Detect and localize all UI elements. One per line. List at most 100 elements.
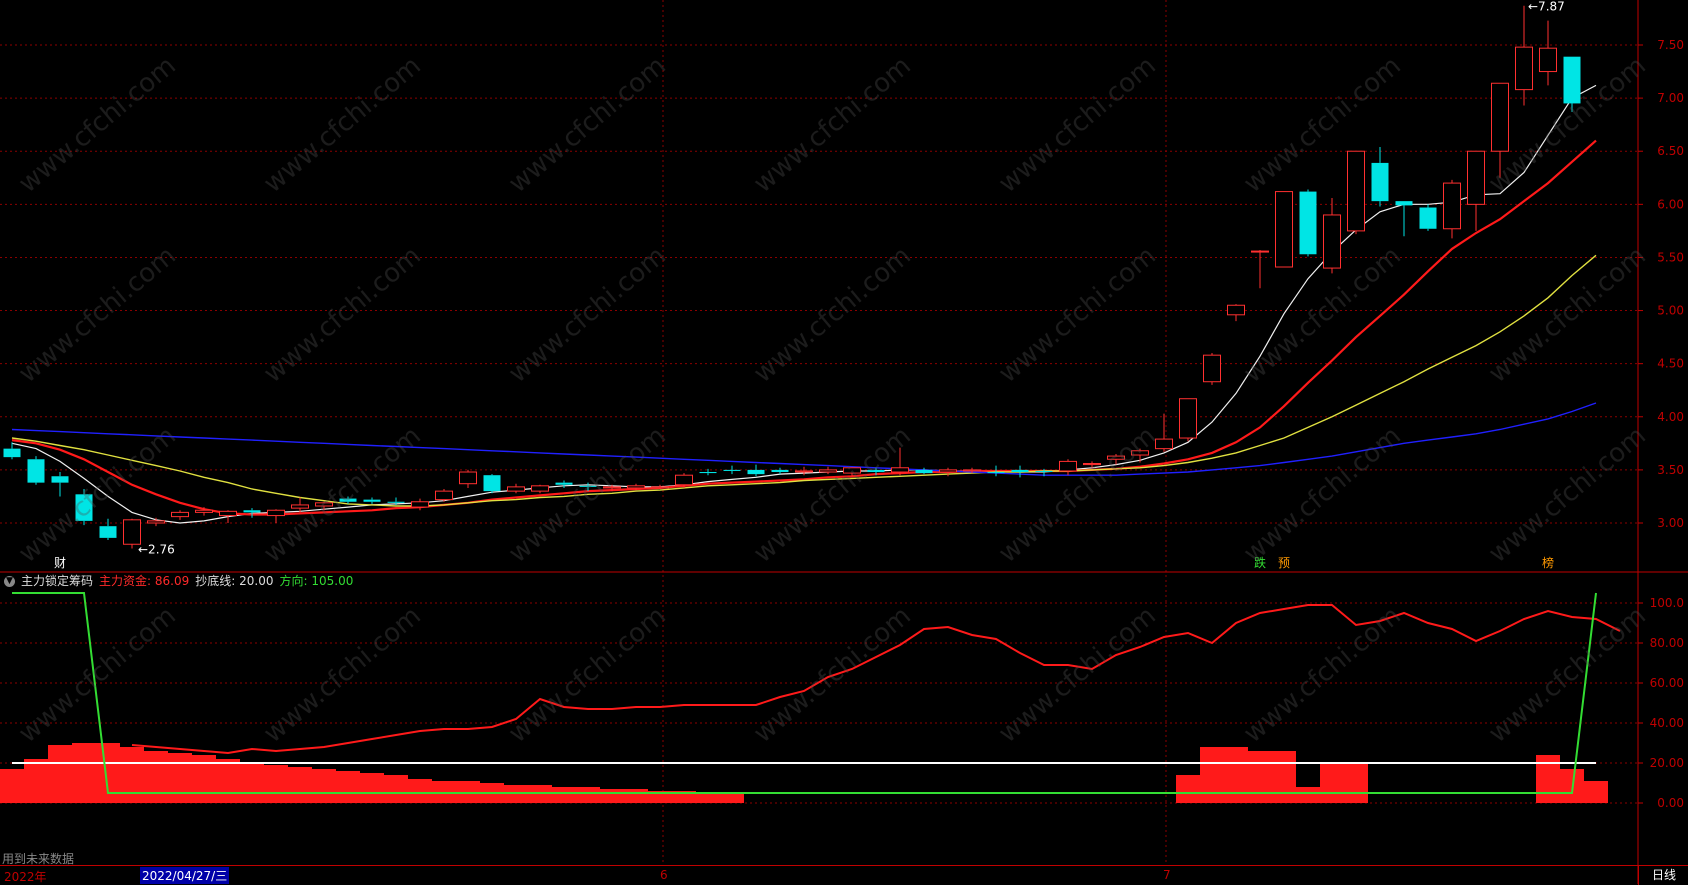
cursor-date: 2022/04/27/三	[140, 867, 230, 884]
main-fund-bar	[384, 775, 408, 803]
candle-body	[99, 526, 117, 538]
main-fund-bar	[216, 759, 240, 803]
indicator-tick-label: 80.00	[1650, 636, 1684, 650]
candle-body	[1395, 201, 1413, 206]
candle	[771, 467, 789, 475]
candle-body	[315, 502, 333, 507]
fund-label: 主力资金: 86.09	[99, 574, 190, 588]
candle-body	[771, 469, 789, 473]
main-fund-bar	[264, 765, 288, 803]
price-tick-label: 4.00	[1657, 410, 1684, 424]
fund-line	[131, 604, 1621, 755]
candle-body	[1443, 182, 1461, 230]
main-fund-bar	[1584, 781, 1608, 803]
main-fund-bar	[600, 789, 624, 803]
main-fund-bar	[1248, 751, 1272, 803]
candlesticks	[3, 5, 1581, 549]
bottom-line-label: 抄底线: 20.00	[195, 574, 274, 588]
period-button[interactable]: 日线	[1638, 865, 1688, 885]
main-fund-bar	[312, 769, 336, 803]
candle-body	[603, 486, 621, 489]
candle	[1275, 191, 1293, 268]
main-fund-bar	[360, 773, 384, 803]
candle-body	[459, 471, 477, 485]
low-price-label: ←2.76	[138, 542, 175, 556]
candle	[1251, 250, 1269, 289]
stock-chart[interactable]: 7.50 7.00 6.50 6.00 5.50 5.00 4.50 4.00 3.50 3.00…	[0, 0, 1688, 884]
main-fund-bar	[144, 751, 168, 803]
direction-label: 方向: 105.00	[279, 574, 354, 588]
candle-body	[507, 486, 525, 492]
candle	[1419, 204, 1437, 231]
candle	[459, 469, 477, 488]
main-fund-bar	[1272, 751, 1296, 803]
candle	[1347, 150, 1365, 235]
candle-body	[75, 494, 93, 521]
price-tick-label: 3.00	[1657, 516, 1684, 530]
candle	[723, 465, 741, 475]
candle	[1059, 459, 1077, 476]
candle-body	[939, 469, 957, 473]
candle-body	[483, 475, 501, 492]
candle-body	[1011, 469, 1029, 473]
candle-body	[435, 490, 453, 501]
candle	[363, 497, 381, 504]
candle-body	[819, 469, 837, 473]
main-fund-bar	[1296, 787, 1320, 803]
candle	[1299, 189, 1317, 257]
main-fund-bar	[576, 787, 600, 803]
indicator-name[interactable]: 主力锁定筹码	[21, 574, 93, 588]
x-label-june: 6	[660, 868, 668, 882]
chevron-down-icon[interactable]: ▼	[4, 576, 15, 587]
main-fund-bar	[720, 793, 744, 803]
candle-body	[387, 501, 405, 503]
price-tick-label: 7.50	[1657, 38, 1684, 52]
main-fund-bar	[336, 771, 360, 803]
event-marker: 预	[1278, 556, 1290, 570]
main-fund-bar	[288, 767, 312, 803]
candle	[75, 489, 93, 526]
candle	[699, 468, 717, 476]
event-marker: 榜	[1542, 555, 1554, 570]
candle-body	[915, 469, 933, 474]
candle-body	[1371, 162, 1389, 202]
main-fund-bar	[1344, 763, 1368, 803]
candle-body	[867, 469, 885, 473]
indicator-tick-label: 20.00	[1650, 756, 1684, 770]
indicator-header: ▼ 主力锁定筹码 主力资金: 86.09 抄底线: 20.00 方向: 105.00	[4, 572, 359, 589]
indicator-tick-label: 0.00	[1657, 796, 1684, 810]
candle-body	[219, 510, 237, 517]
candle-body	[1347, 150, 1365, 232]
candle-body	[147, 520, 165, 524]
candle	[1515, 5, 1533, 106]
candle-body	[747, 469, 765, 475]
candle-body	[1203, 354, 1221, 383]
candle-body	[1179, 398, 1197, 439]
candle-body	[339, 498, 357, 502]
indicator-lines	[12, 592, 1621, 794]
main-fund-bar	[1320, 763, 1344, 803]
candle	[51, 472, 69, 497]
candle-body	[171, 511, 189, 518]
high-price-label: ←7.87	[1528, 0, 1565, 14]
candle-body	[1083, 463, 1101, 466]
candle-body	[987, 472, 1005, 474]
main-fund-bar	[552, 787, 576, 803]
main-fund-bar	[48, 745, 72, 803]
candle	[1371, 146, 1389, 207]
main-fund-bar	[168, 753, 192, 803]
price-tick-label: 6.50	[1657, 144, 1684, 158]
candle-body	[1515, 46, 1533, 91]
candle	[411, 498, 429, 511]
candle	[1179, 398, 1197, 442]
candle	[1539, 20, 1557, 86]
candle-body	[627, 485, 645, 489]
candle-body	[195, 509, 213, 513]
candle-body	[291, 504, 309, 509]
candle-body	[51, 476, 69, 483]
event-marker: 财	[54, 556, 66, 570]
ma-line-ma60	[11, 402, 1597, 476]
candle-body	[963, 469, 981, 472]
candle	[219, 510, 237, 523]
main-fund-bar	[1176, 775, 1200, 803]
